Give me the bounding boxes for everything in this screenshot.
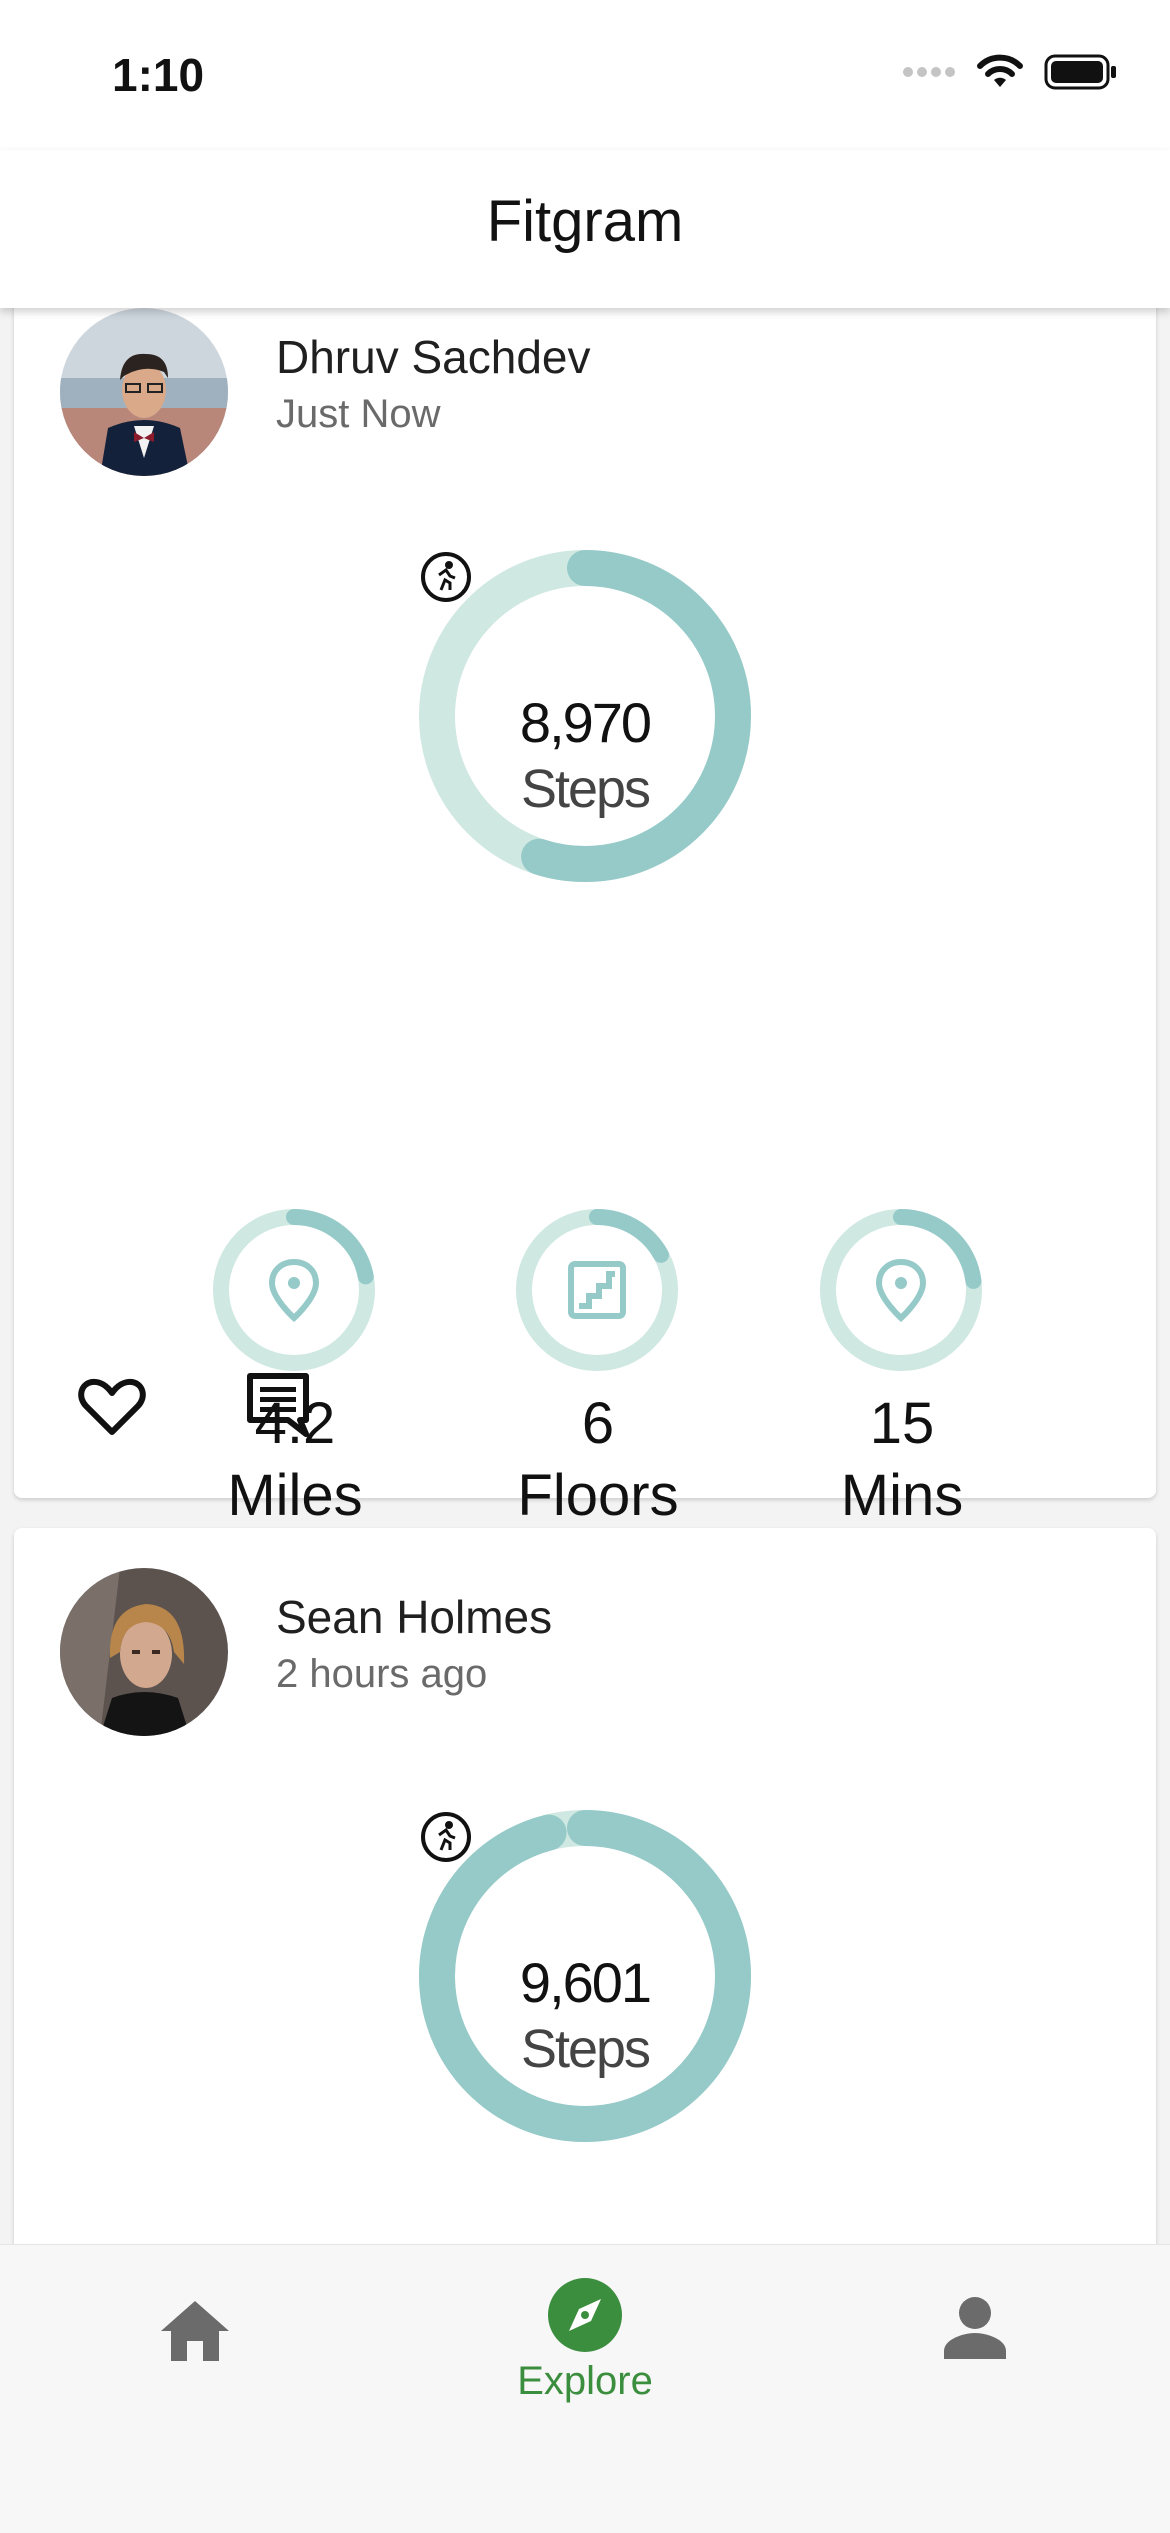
steps-ring: 9,601 Steps: [419, 1810, 751, 2142]
floors-ring: [516, 1209, 678, 1371]
post-card: Dhruv Sachdev Just Now 8,970 Steps 4.2 M…: [14, 308, 1156, 1528]
app-title: Fitgram: [486, 189, 684, 254]
runner-icon: [421, 552, 471, 602]
stairs-icon: [568, 1261, 626, 1319]
avatar[interactable]: [60, 1568, 228, 1736]
steps-value: 9,601: [519, 1951, 652, 2014]
comment-icon[interactable]: [242, 1368, 314, 1440]
post-time: 2 hours ago: [276, 1652, 488, 1696]
nav-home[interactable]: [0, 2245, 390, 2445]
nav-explore[interactable]: Explore: [390, 2245, 780, 2445]
location-pin-icon: [268, 1258, 320, 1323]
post-card: Sean Holmes 2 hours ago 9,601 Steps: [14, 1528, 1156, 2244]
minutes-ring: [820, 1209, 982, 1371]
steps-label: Steps: [520, 2019, 651, 2079]
avatar-photo: [60, 1568, 228, 1736]
distance-ring: [213, 1209, 375, 1371]
post-time: Just Now: [276, 392, 441, 436]
feed[interactable]: Dhruv Sachdev Just Now 8,970 Steps 4.2 M…: [0, 308, 1170, 2244]
battery-icon: [1044, 54, 1116, 90]
location-pin-icon: [875, 1258, 927, 1323]
stat-label: Mins: [840, 1463, 964, 1528]
person-icon: [944, 2297, 1006, 2359]
bottom-nav: Explore: [0, 2244, 1170, 2533]
home-icon: [161, 2301, 229, 2361]
signal-dots-icon: [903, 67, 955, 77]
steps-label: Steps: [520, 759, 651, 819]
nav-label-explore: Explore: [517, 2359, 653, 2403]
avatar-photo: [60, 308, 228, 476]
stat-label: Miles: [227, 1463, 363, 1528]
status-icons: [902, 52, 1118, 92]
avatar[interactable]: [60, 308, 228, 476]
heart-icon[interactable]: [76, 1370, 148, 1442]
wifi-icon: [977, 54, 1023, 87]
stat-value: 15: [869, 1391, 935, 1456]
stat-label: Floors: [517, 1463, 679, 1528]
nav-profile[interactable]: [780, 2245, 1170, 2445]
user-name[interactable]: Dhruv Sachdev: [276, 330, 591, 384]
status-bar: 1:10: [0, 0, 1170, 150]
user-name[interactable]: Sean Holmes: [276, 1590, 552, 1644]
stat-value: 6: [581, 1391, 615, 1456]
app-bar: Fitgram: [0, 150, 1170, 308]
runner-icon: [421, 1812, 471, 1862]
status-time: 1:10: [112, 49, 205, 101]
steps-value: 8,970: [519, 691, 652, 754]
steps-ring: 8,970 Steps: [419, 550, 751, 882]
compass-icon: [548, 2278, 622, 2352]
